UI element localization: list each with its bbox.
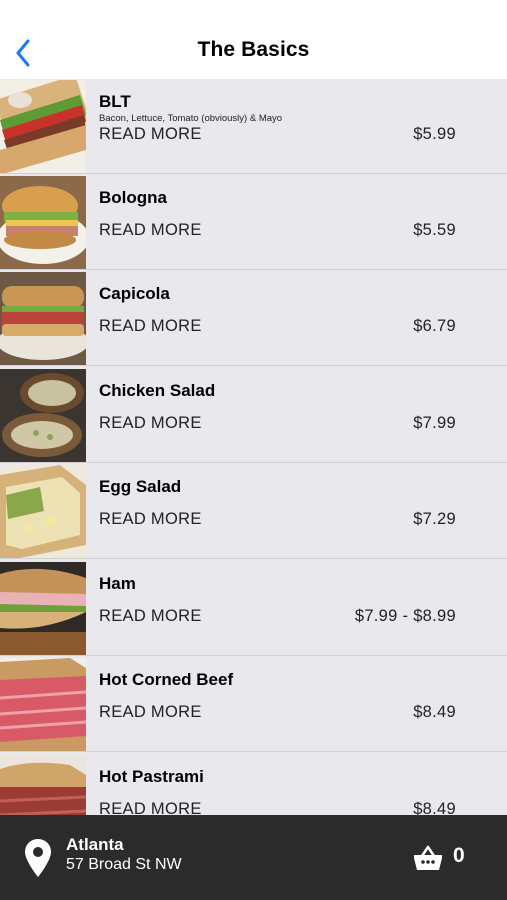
basket-icon — [414, 845, 442, 870]
read-more-link[interactable]: READ MORE — [99, 414, 202, 433]
item-description: Bacon, Lettuce, Tomato (obviously) & May… — [99, 113, 283, 124]
page-title: The Basics — [197, 38, 310, 61]
item-name: Hot Pastrami — [99, 767, 204, 786]
item-name: Capicola — [99, 284, 170, 303]
menu-item-capicola[interactable]: Capicola READ MORE $6.79 — [0, 271, 507, 366]
item-name: Bologna — [99, 188, 167, 207]
cart-button[interactable]: 0 — [410, 842, 488, 876]
read-more-link[interactable]: READ MORE — [99, 607, 202, 626]
ham-sandwich-image — [0, 562, 86, 655]
capicola-sandwich-image — [0, 272, 86, 365]
item-price: $5.59 — [413, 221, 456, 239]
corned-beef-sandwich-image — [0, 658, 86, 751]
item-price: $7.99 - $8.99 — [354, 607, 456, 625]
menu-item-bologna[interactable]: Bologna READ MORE $5.59 — [0, 175, 507, 270]
map-pin-icon — [25, 839, 51, 877]
menu-item-hot-pastrami[interactable]: Hot Pastrami READ MORE $8.49 — [0, 754, 507, 815]
menu-item-ham[interactable]: Ham READ MORE $7.99 - $8.99 — [0, 561, 507, 656]
menu-item-blt[interactable]: BLT Bacon, Lettuce, Tomato (obviously) &… — [0, 79, 507, 174]
item-price: $8.49 — [413, 800, 456, 815]
menu-item-hot-corned-beef[interactable]: Hot Corned Beef READ MORE $8.49 — [0, 657, 507, 752]
item-price: $5.99 — [413, 125, 456, 143]
item-price: $7.99 — [413, 414, 456, 432]
item-name: Chicken Salad — [99, 381, 216, 400]
menu-item-egg-salad[interactable]: Egg Salad READ MORE $7.29 — [0, 464, 507, 559]
egg-salad-sandwich-image — [0, 465, 86, 558]
item-name: Egg Salad — [99, 477, 182, 496]
item-name: BLT — [99, 92, 131, 111]
chicken-salad-sandwich-image — [0, 369, 86, 462]
pastrami-sandwich-image — [0, 755, 86, 815]
read-more-link[interactable]: READ MORE — [99, 510, 202, 529]
read-more-link[interactable]: READ MORE — [99, 703, 202, 722]
read-more-link[interactable]: READ MORE — [99, 317, 202, 336]
location-city[interactable]: Atlanta — [66, 835, 124, 855]
bologna-sandwich-image — [0, 176, 86, 269]
nav-header: The Basics — [0, 0, 507, 80]
item-price: $6.79 — [413, 317, 456, 335]
location-address[interactable]: 57 Broad St NW — [66, 856, 182, 874]
menu-item-list[interactable]: BLT Bacon, Lettuce, Tomato (obviously) &… — [0, 79, 507, 815]
item-name: Hot Corned Beef — [99, 670, 234, 689]
menu-item-chicken-salad[interactable]: Chicken Salad READ MORE $7.99 — [0, 368, 507, 463]
item-price: $7.29 — [413, 510, 456, 528]
cart-count: 0 — [453, 844, 465, 867]
read-more-link[interactable]: READ MORE — [99, 221, 202, 240]
location-cart-bar: Atlanta 57 Broad St NW 0 — [0, 815, 507, 900]
read-more-link[interactable]: READ MORE — [99, 800, 202, 815]
blt-sandwich-image — [0, 80, 86, 173]
read-more-link[interactable]: READ MORE — [99, 125, 202, 144]
item-price: $8.49 — [413, 703, 456, 721]
item-name: Ham — [99, 574, 136, 593]
